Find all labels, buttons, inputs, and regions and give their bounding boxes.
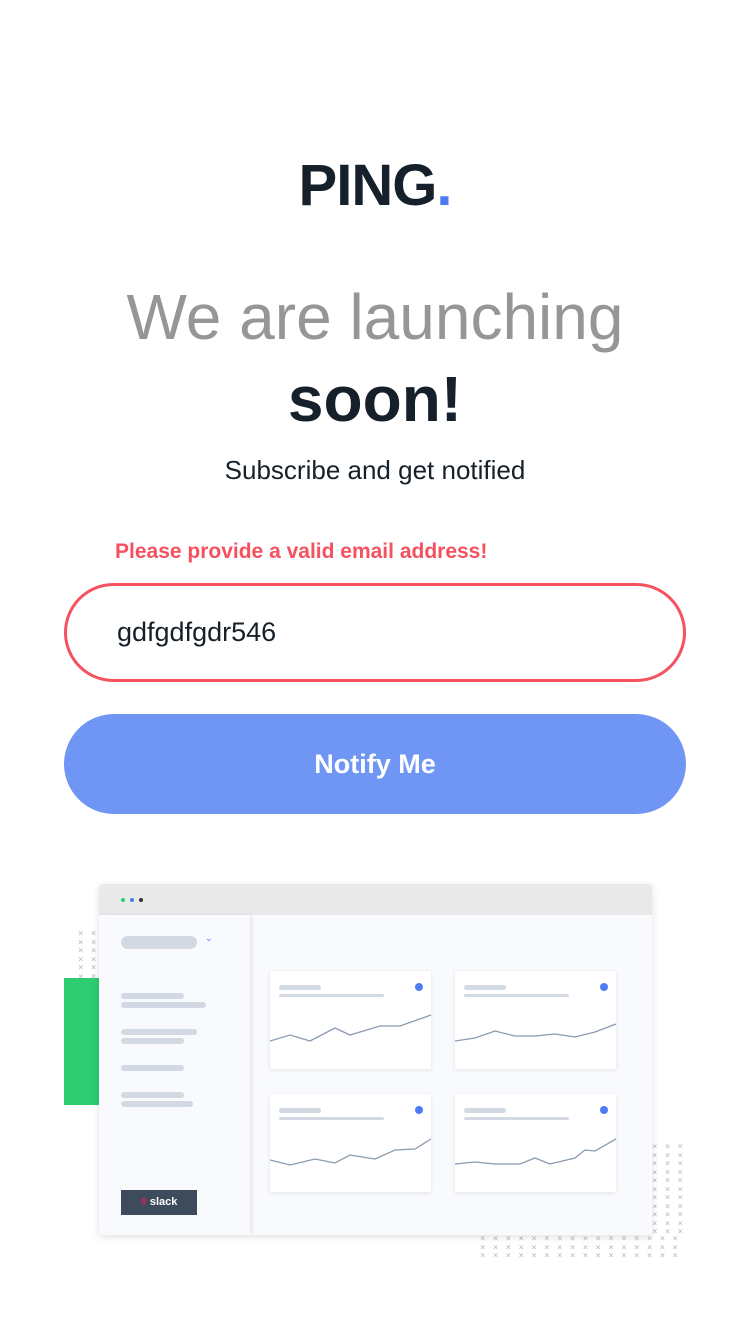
check-icon [415,1106,423,1114]
chevron-down-icon: ⌄ [205,933,213,943]
dot-pattern-right: × × × × × × × × × × × × × × × × × × × × … [652,1143,685,1235]
chart-card [455,971,616,1069]
notify-me-button[interactable]: Notify Me [64,714,686,814]
logo-dot: . [436,153,452,218]
subtitle: Subscribe and get notified [224,455,526,485]
window-titlebar [99,884,652,915]
window-dot-icon [130,898,134,902]
dashboard-window: ⌄ # slack [99,884,652,1235]
slack-logo: # slack [121,1190,197,1215]
check-icon [600,1106,608,1114]
window-dot-icon [139,898,143,902]
chart-card [270,1094,431,1192]
check-icon [600,983,608,991]
headline-line2: soon! [287,363,463,435]
check-icon [415,983,423,991]
chart-card [270,971,431,1069]
chart-card [455,1094,616,1192]
logo-text: PING [298,153,438,218]
green-accent-block [64,978,100,1105]
email-error-message: Please provide a valid email address! [115,540,488,563]
dot-pattern-bottom: × × × × × × × × × × × × × × × × × × × × … [480,1235,679,1260]
window-dot-icon [121,898,125,902]
ping-logo: PING. [0,152,750,219]
email-input[interactable] [64,583,686,682]
headline-line1: We are launching [126,281,624,353]
dashboard-sidebar: ⌄ # slack [99,915,250,1235]
